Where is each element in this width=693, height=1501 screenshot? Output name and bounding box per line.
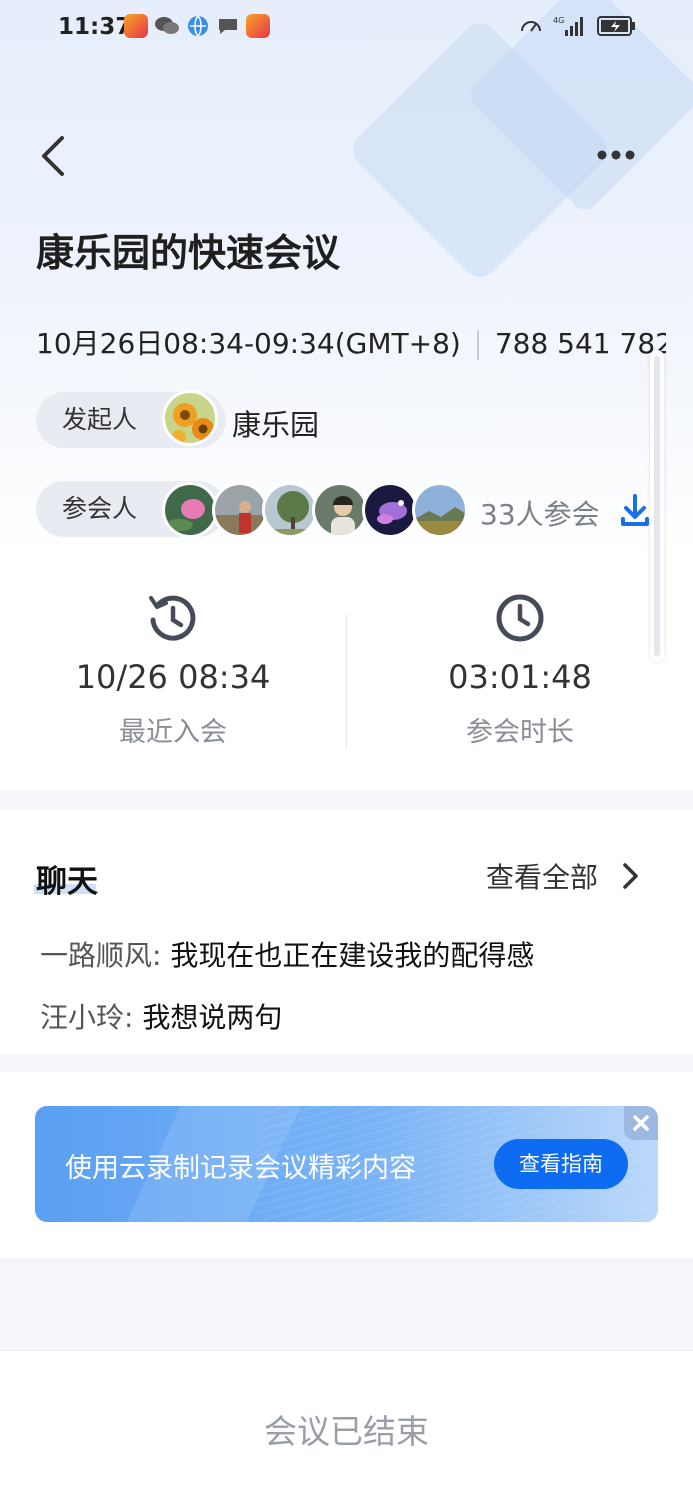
participant-avatar[interactable] [412,482,468,538]
chat-title: 聊天 [36,864,98,900]
chat-text: 我现在也正在建设我的配得感 [170,939,535,972]
stat-label: 最近入会 [119,717,227,748]
view-all-link[interactable]: 查看全部 [486,856,641,896]
stat-value: 10/26 08:34 [75,658,271,696]
view-all-label: 查看全部 [486,861,599,894]
bottom-bar: 会议已结束 [0,1350,693,1501]
meeting-ended-status: 会议已结束 [264,1412,429,1451]
stat-value: 03:01:48 [448,658,592,696]
participant-avatar[interactable] [212,482,268,538]
chevron-left-icon [42,136,64,176]
speed-icon [519,14,543,38]
chat-sender: 汪小玲: [40,1001,134,1034]
download-icon [621,494,649,526]
battery-charging-icon [597,15,637,37]
download-button[interactable] [620,493,650,527]
stat-label: 参会时长 [466,717,574,748]
status-bar: 11:37 4G [0,0,693,56]
wechat-icon [154,14,180,38]
meeting-time-range: 10月26日08:34-09:34(GMT+8) [36,327,461,360]
stat-last-join: 10/26 08:34 最近入会 [43,592,303,749]
participant-avatar[interactable] [162,482,218,538]
more-horizontal-icon [597,150,635,160]
organizer-name: 康乐园 [232,408,320,442]
back-button[interactable] [36,132,72,180]
chat-text: 我想说两句 [142,1001,283,1034]
message-icon [216,14,240,38]
participant-avatar[interactable] [362,482,418,538]
app-badge-icon [124,14,148,38]
browser-icon [186,14,210,38]
participant-avatar[interactable] [312,482,368,538]
promo-card: 使用云录制记录会议精彩内容 查看指南 [0,1072,693,1258]
close-banner-button[interactable] [624,1106,658,1140]
chat-message[interactable]: 汪小玲: 我想说两句 [40,996,282,1036]
svg-text:4G: 4G [553,16,564,25]
participants-count[interactable]: 33人参会 [480,493,600,533]
status-time: 11:37 [58,14,132,40]
meeting-info-area: 11:37 4G 康乐园的快速会议 10月26日08:34-09:34(GMT+… [0,0,693,790]
scrollbar[interactable] [650,350,664,662]
app-badge-icon [246,14,270,38]
divider [346,615,347,747]
stat-duration: 03:01:48 参会时长 [390,592,650,749]
meeting-title: 康乐园的快速会议 [36,231,341,275]
chat-card: 聊天 查看全部 一路顺风: 我现在也正在建设我的配得感 汪小玲: 我想说两句 [0,810,693,1054]
history-clock-icon [147,592,199,644]
close-icon [633,1115,649,1131]
chat-message[interactable]: 一路顺风: 我现在也正在建设我的配得感 [40,934,534,974]
meeting-meta: 10月26日08:34-09:34(GMT+8) 788 541 782 [36,322,666,362]
signal-4g-icon: 4G [553,14,587,38]
cloud-recording-banner[interactable]: 使用云录制记录会议精彩内容 查看指南 [35,1106,658,1222]
organizer-avatar[interactable] [162,390,218,446]
view-guide-button[interactable]: 查看指南 [494,1139,628,1189]
clock-icon [494,592,546,644]
more-button[interactable] [592,140,640,170]
scrollbar-thumb[interactable] [654,356,660,656]
participant-avatar[interactable] [262,482,318,538]
meeting-id[interactable]: 788 541 782 [495,327,666,360]
divider [476,330,479,360]
chat-sender: 一路顺风: [40,939,162,972]
banner-text: 使用云录制记录会议精彩内容 [65,1153,416,1184]
chevron-right-icon [623,863,638,889]
